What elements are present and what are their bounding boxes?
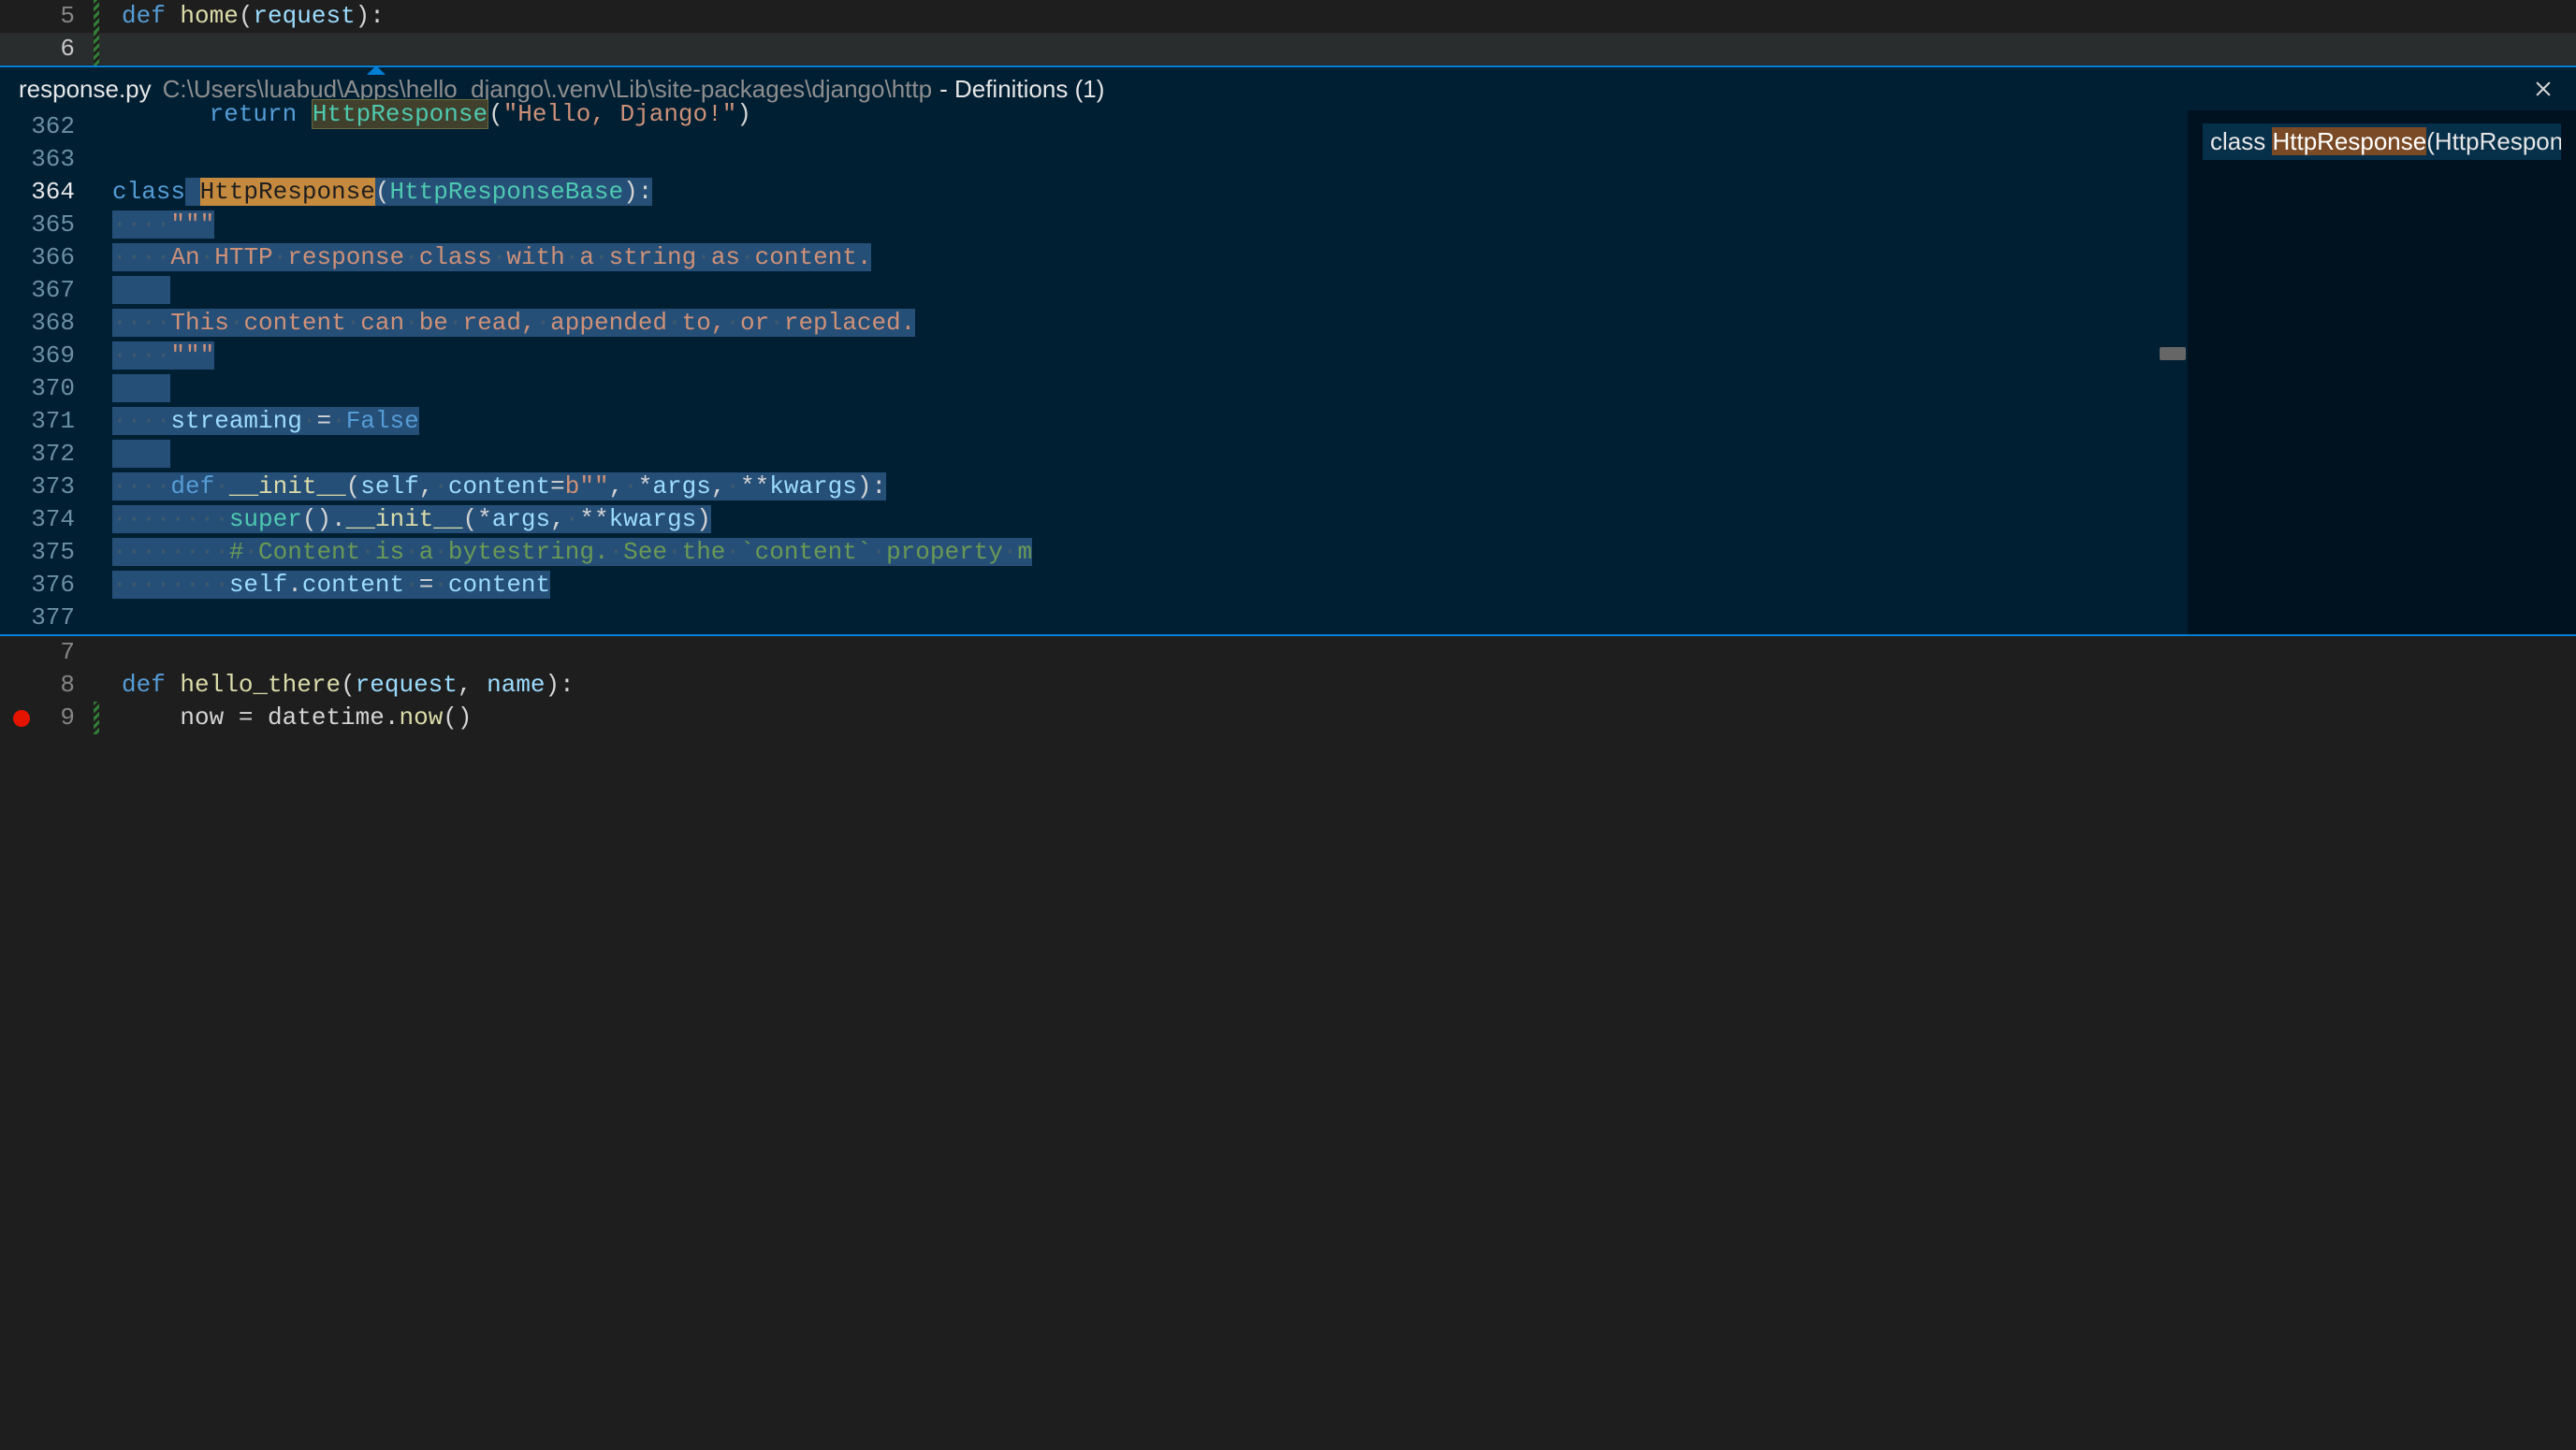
code-line[interactable]: 5 def home(request):	[0, 0, 2576, 33]
line-number: 364	[0, 176, 94, 209]
code-line[interactable]: 376········self.content·=·content	[0, 569, 2188, 602]
line-number: 374	[0, 503, 94, 536]
code-line[interactable]: 365····"""	[0, 209, 2188, 241]
breakpoint-icon[interactable]	[13, 710, 30, 727]
code-line[interactable]: 372	[0, 438, 2188, 471]
line-number: 362	[0, 110, 94, 143]
code-content[interactable]: ····streaming·=·False	[94, 405, 419, 438]
code-content[interactable]: ········super().__init__(*args,·**kwargs…	[94, 503, 711, 536]
code-line[interactable]: 366····An·HTTP·response·class·with·a·str…	[0, 241, 2188, 274]
code-content[interactable]: ····This·content·can·be·read,·appended·t…	[94, 307, 915, 340]
line-number: 369	[0, 340, 94, 372]
line-number: 366	[0, 241, 94, 274]
line-number: 9	[0, 702, 94, 734]
peek-body: 362363364class HttpResponse(HttpResponse…	[0, 110, 2576, 634]
line-number: 363	[0, 143, 94, 176]
code-line[interactable]: 8def hello_there(request, name):	[0, 669, 2576, 702]
code-content[interactable]	[94, 438, 170, 471]
code-line[interactable]: 7	[0, 636, 2576, 669]
code-content[interactable]: def home(request):	[99, 0, 385, 33]
line-number: 7	[0, 636, 94, 669]
code-line[interactable]: 377	[0, 602, 2188, 634]
line-number: 6	[0, 33, 94, 65]
code-content[interactable]: ····"""	[94, 209, 214, 241]
code-content[interactable]	[94, 143, 112, 176]
code-line[interactable]: 364class HttpResponse(HttpResponseBase):	[0, 176, 2188, 209]
ref-suffix: (HttpResponseBa	[2426, 127, 2561, 155]
ref-prefix: class	[2210, 127, 2272, 155]
ref-match: HttpResponse	[2272, 127, 2426, 155]
code-line[interactable]: 369····"""	[0, 340, 2188, 372]
code-line[interactable]: 371····streaming·=·False	[0, 405, 2188, 438]
code-content[interactable]: ····def·__init__(self,·content=b"",·*arg…	[94, 471, 886, 503]
code-content[interactable]	[94, 110, 112, 143]
overview-ruler[interactable]	[2171, 110, 2188, 634]
code-line[interactable]: 375········#·Content·is·a·bytestring.·Se…	[0, 536, 2188, 569]
code-content[interactable]: class HttpResponse(HttpResponseBase):	[94, 176, 652, 209]
line-number: 377	[0, 602, 94, 634]
editor-top[interactable]: 5 def home(request): 6 return HttpRespon…	[0, 0, 2576, 65]
code-content[interactable]: ········#·Content·is·a·bytestring.·See·t…	[94, 536, 1032, 569]
code-content[interactable]: def hello_there(request, name):	[99, 669, 575, 702]
reference-item[interactable]: class HttpResponse(HttpResponseBa	[2203, 123, 2561, 160]
code-line[interactable]: 368····This·content·can·be·read,·appende…	[0, 307, 2188, 340]
editor-bottom[interactable]: 78def hello_there(request, name):9 now =…	[0, 636, 2576, 734]
code-line[interactable]: 9 now = datetime.now()	[0, 702, 2576, 734]
line-number: 372	[0, 438, 94, 471]
code-line[interactable]: 374········super().__init__(*args,·**kwa…	[0, 503, 2188, 536]
peek-definition-widget: response.py C:\Users\luabud\Apps\hello_d…	[0, 65, 2576, 636]
code-content[interactable]: return HttpResponse("Hello, Django!")	[99, 33, 751, 65]
code-content[interactable]: ····An·HTTP·response·class·with·a·string…	[94, 241, 871, 274]
peek-references-list[interactable]: class HttpResponse(HttpResponseBa	[2188, 110, 2576, 634]
close-icon[interactable]	[2529, 75, 2557, 103]
line-number: 367	[0, 274, 94, 307]
code-content[interactable]: ········self.content·=·content	[94, 569, 550, 602]
lightbulb-icon[interactable]	[210, 69, 234, 94]
peek-code-editor[interactable]: 362363364class HttpResponse(HttpResponse…	[0, 110, 2188, 634]
line-number: 373	[0, 471, 94, 503]
line-number: 368	[0, 307, 94, 340]
code-content[interactable]: now = datetime.now()	[99, 702, 473, 734]
line-number: 8	[0, 669, 94, 702]
code-content[interactable]	[94, 602, 112, 634]
line-number: 371	[0, 405, 94, 438]
line-number: 370	[0, 372, 94, 405]
code-content[interactable]	[99, 636, 122, 669]
code-line[interactable]: 373····def·__init__(self,·content=b"",·*…	[0, 471, 2188, 503]
code-line[interactable]: 363	[0, 143, 2188, 176]
line-number: 365	[0, 209, 94, 241]
code-line[interactable]: 367	[0, 274, 2188, 307]
line-number: 375	[0, 536, 94, 569]
code-content[interactable]: ····"""	[94, 340, 214, 372]
line-number: 376	[0, 569, 94, 602]
code-content[interactable]	[94, 274, 170, 307]
code-line[interactable]: 370	[0, 372, 2188, 405]
scrollbar-thumb[interactable]	[2160, 347, 2186, 360]
line-number: 5	[0, 0, 94, 33]
code-content[interactable]	[94, 372, 170, 405]
code-line[interactable]: 362	[0, 110, 2188, 143]
code-line[interactable]: 6 return HttpResponse("Hello, Django!")	[0, 33, 2576, 65]
peek-defs-count: - Definitions (1)	[939, 75, 1104, 104]
peek-indicator-icon	[367, 65, 386, 75]
